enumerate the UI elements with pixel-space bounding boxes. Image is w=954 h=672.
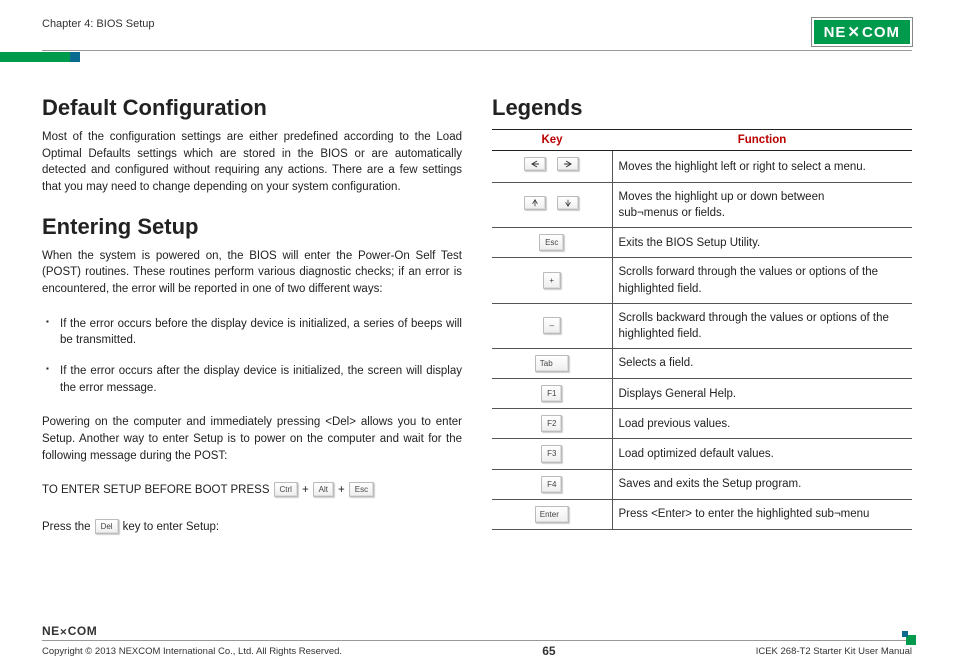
- ctrl-key-icon: Ctrl: [274, 482, 298, 497]
- f2-key-icon: F2: [541, 415, 562, 432]
- left-column: Default Configuration Most of the config…: [42, 95, 462, 534]
- footer: NE✕COM Copyright © 2013 NEXCOM Internati…: [42, 624, 912, 658]
- brand-logo: NE✕COM: [812, 18, 912, 46]
- page-number: 65: [542, 644, 555, 658]
- table-row: Moves the highlight left or right to sel…: [492, 151, 912, 183]
- right-column: Legends Key Function Moves the highlight…: [492, 95, 912, 534]
- table-row: – Scrolls backward through the values or…: [492, 303, 912, 348]
- th-key: Key: [492, 130, 612, 151]
- fn-ud: Moves the highlight up or down between s…: [612, 183, 912, 228]
- bullet-before-display: If the error occurs before the display d…: [42, 316, 462, 349]
- heading-entering-setup: Entering Setup: [42, 214, 462, 240]
- legend-table: Key Function Moves the highlight left or…: [492, 129, 912, 530]
- header-accent-bar: [0, 52, 70, 62]
- heading-legends: Legends: [492, 95, 912, 121]
- fn-minus: Scrolls backward through the values or o…: [612, 303, 912, 348]
- footer-brand-logo: NE✕COM: [42, 624, 912, 638]
- table-row: F4 Saves and exits the Setup program.: [492, 469, 912, 499]
- f4-key-icon: F4: [541, 476, 562, 493]
- header: Chapter 4: BIOS Setup NE✕COM: [42, 18, 912, 46]
- footer-rule: [42, 640, 912, 641]
- content-columns: Default Configuration Most of the config…: [42, 95, 912, 534]
- press-del-line: Press the Del key to enter Setup:: [42, 519, 462, 534]
- arrow-up-icon: [524, 196, 546, 210]
- default-config-paragraph: Most of the configuration settings are e…: [42, 129, 462, 196]
- f3-key-icon: F3: [541, 445, 562, 462]
- fn-f3: Load optimized default values.: [612, 439, 912, 469]
- fn-lr: Moves the highlight left or right to sel…: [612, 151, 912, 183]
- plus-2: +: [338, 484, 345, 496]
- press-suffix: key to enter Setup:: [123, 521, 220, 533]
- fn-esc: Exits the BIOS Setup Utility.: [612, 228, 912, 258]
- fn-tab: Selects a field.: [612, 348, 912, 378]
- bullet-after-display: If the error occurs after the display de…: [42, 363, 462, 396]
- manual-title: ICEK 268-T2 Starter Kit User Manual: [756, 646, 912, 657]
- esc-key-icon: Esc: [349, 482, 374, 497]
- alt-key-icon: Alt: [313, 482, 334, 497]
- error-bullets: If the error occurs before the display d…: [42, 316, 462, 397]
- esc-key-icon: Esc: [539, 234, 564, 251]
- arrow-left-icon: [524, 157, 546, 171]
- heading-default-configuration: Default Configuration: [42, 95, 462, 121]
- th-function: Function: [612, 130, 912, 151]
- setup-prefix: TO ENTER SETUP BEFORE BOOT PRESS: [42, 484, 270, 496]
- fn-plus: Scrolls forward through the values or op…: [612, 258, 912, 303]
- fn-enter: Press <Enter> to enter the highlighted s…: [612, 499, 912, 529]
- table-row: Enter Press <Enter> to enter the highlig…: [492, 499, 912, 529]
- table-row: F1 Displays General Help.: [492, 379, 912, 409]
- table-row: F2 Load previous values.: [492, 409, 912, 439]
- arrow-down-icon: [557, 196, 579, 210]
- copyright: Copyright © 2013 NEXCOM International Co…: [42, 646, 342, 657]
- enter-key-icon: Enter: [535, 506, 569, 523]
- logo-x-icon: ✕: [847, 23, 861, 41]
- footer-row: Copyright © 2013 NEXCOM International Co…: [42, 644, 912, 658]
- f1-key-icon: F1: [541, 385, 562, 402]
- table-row: Tab Selects a field.: [492, 348, 912, 378]
- tab-key-icon: Tab: [535, 355, 569, 372]
- plus-key-icon: +: [543, 272, 561, 289]
- fn-f4: Saves and exits the Setup program.: [612, 469, 912, 499]
- setup-keys-line: TO ENTER SETUP BEFORE BOOT PRESS Ctrl + …: [42, 482, 462, 497]
- footer-accent-icon: [906, 635, 916, 645]
- del-key-icon: Del: [95, 519, 119, 534]
- press-prefix: Press the: [42, 521, 91, 533]
- table-row: + Scrolls forward through the values or …: [492, 258, 912, 303]
- fn-f1: Displays General Help.: [612, 379, 912, 409]
- table-row: F3 Load optimized default values.: [492, 439, 912, 469]
- table-row: Moves the highlight up or down between s…: [492, 183, 912, 228]
- arrow-right-icon: [557, 157, 579, 171]
- del-entry-paragraph: Powering on the computer and immediately…: [42, 414, 462, 464]
- header-rule: [42, 50, 912, 51]
- entering-setup-paragraph: When the system is powered on, the BIOS …: [42, 248, 462, 298]
- plus-1: +: [302, 484, 309, 496]
- minus-key-icon: –: [543, 317, 561, 334]
- fn-f2: Load previous values.: [612, 409, 912, 439]
- chapter-label: Chapter 4: BIOS Setup: [42, 18, 155, 30]
- table-row: Esc Exits the BIOS Setup Utility.: [492, 228, 912, 258]
